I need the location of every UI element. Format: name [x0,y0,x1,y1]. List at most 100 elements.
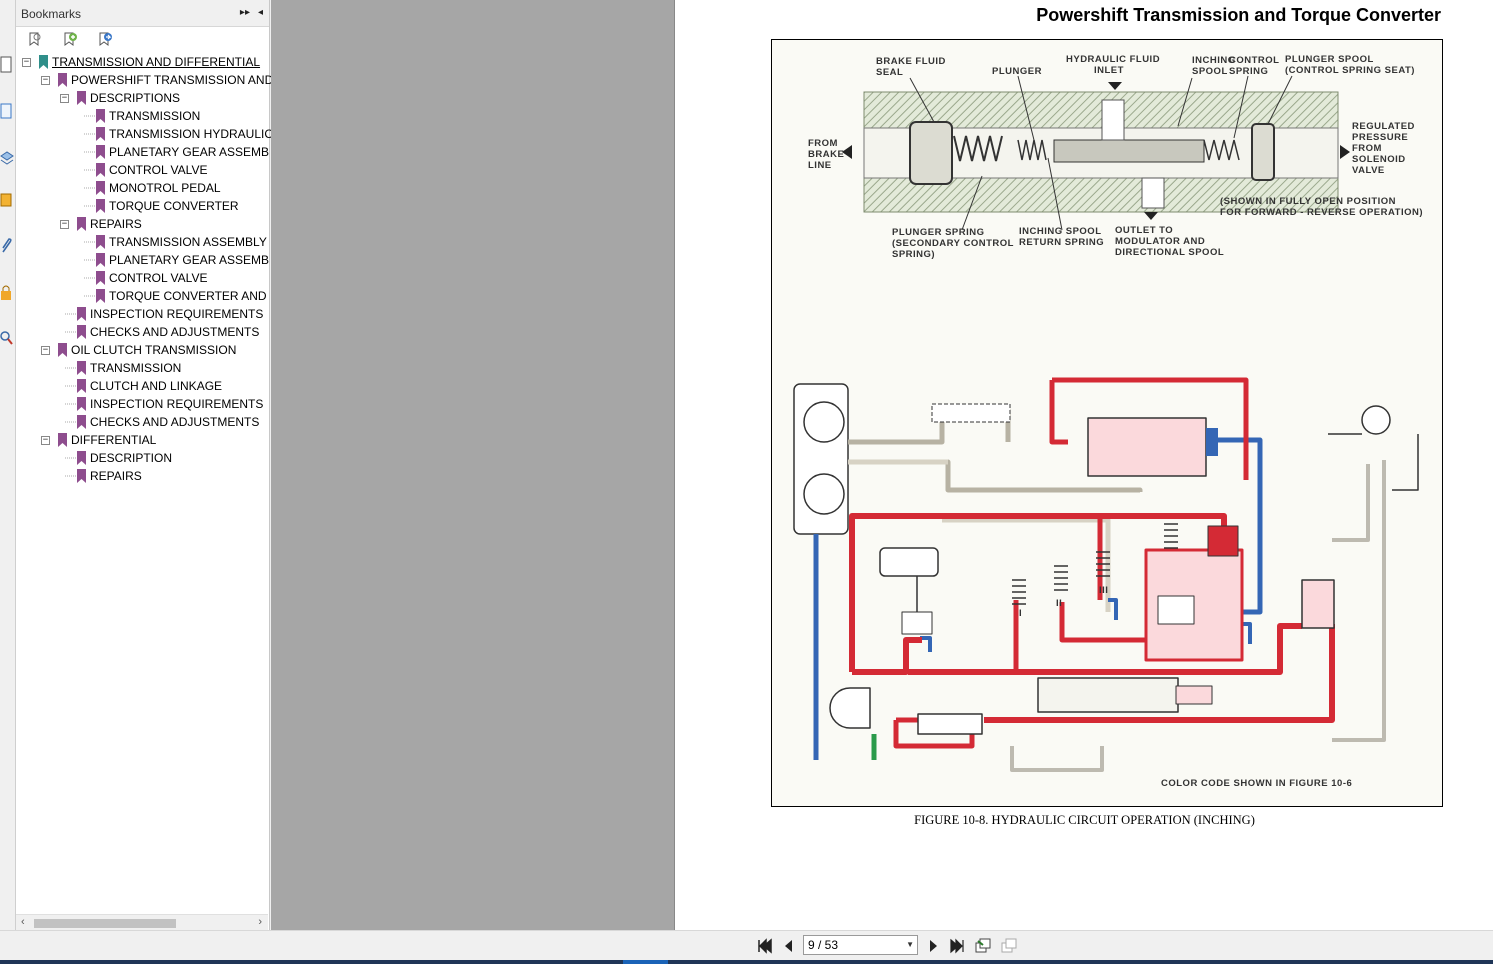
label-from-brake-3: LINE [808,160,832,171]
label-control-spring-2: SPRING [1229,66,1268,77]
bookmark-item[interactable]: TORQUE CONVERTER AND [79,287,267,305]
bookmark-label: INSPECTION REQUIREMENTS [90,397,264,411]
page-navigation-bar: 9 / 53 ▼ [0,930,1493,960]
page-dropdown-chevron-icon[interactable]: ▼ [906,936,914,954]
goto-bookmark-icon[interactable] [96,31,114,47]
label-regulated-pressure-3: FROM [1352,143,1382,154]
bookmark-icon [96,271,105,285]
tree-collapse-toggle[interactable]: − [60,93,69,103]
search-tools-icon[interactable] [0,326,14,348]
label-roman-2: II [1056,598,1062,609]
bookmark-icon [96,163,105,177]
bookmark-icon [96,127,105,141]
pages-icon[interactable] [0,100,14,122]
bookmark-item[interactable]: CONTROL VALVE [79,161,207,179]
bookmark-icon [96,145,105,159]
bookmark-label: TRANSMISSION [109,109,201,123]
scroll-left-icon[interactable]: ‹ [21,916,25,928]
label-plunger: PLUNGER [992,66,1042,77]
collapse-panel-icon[interactable]: ◂ [258,7,263,18]
bookmark-icon [77,397,86,411]
scrollbar-thumb[interactable] [34,919,176,928]
taskbar-accent [623,960,668,964]
label-plunger-spool: PLUNGER SPOOL [1285,54,1374,65]
bookmarks-horizontal-scrollbar[interactable]: ‹ › [16,914,268,930]
attachments-icon[interactable] [0,236,14,258]
bookmark-item[interactable]: CHECKS AND ADJUSTMENTS [60,413,259,431]
bookmark-icon [77,217,86,231]
bookmark-item[interactable]: TRANSMISSION HYDRAULIC [79,125,273,143]
label-plunger-spring-2: (SECONDARY CONTROL [892,238,1014,249]
bookmark-icon [96,199,105,213]
bookmark-label: CONTROL VALVE [109,271,208,285]
bookmark-item[interactable]: PLANETARY GEAR ASSEMB [79,251,269,269]
label-inching-return-2: RETURN SPRING [1019,237,1104,248]
tree-collapse-toggle[interactable]: − [41,75,50,85]
last-page-icon[interactable] [948,937,966,955]
tree-collapse-toggle[interactable]: − [41,435,50,445]
bookmark-item[interactable]: PLANETARY GEAR ASSEMB [79,143,269,161]
bookmark-label: MONOTROL PEDAL [109,181,221,195]
page-indicator: 9 / 53 [808,938,839,952]
tree-collapse-toggle[interactable]: − [22,57,31,67]
scroll-right-icon[interactable]: › [258,916,262,928]
bookmark-item[interactable]: TRANSMISSION [79,107,200,125]
label-hydraulic-inlet: HYDRAULIC FLUID [1066,54,1160,65]
bookmark-item[interactable]: CONTROL VALVE [79,269,207,287]
label-from-brake-2: BRAKE [808,149,844,160]
label-from-brake: FROM [808,138,838,149]
label-roman-1: I [1019,608,1022,619]
bookmark-item[interactable]: TRANSMISSION ASSEMBLY [79,233,267,251]
bookmark-item[interactable]: CLUTCH AND LINKAGE [60,377,222,395]
previous-view-icon[interactable] [974,937,992,955]
bookmark-item[interactable]: TRANSMISSION [60,359,181,377]
page-number-field[interactable]: 9 / 53 ▼ [803,935,918,955]
label-plunger-spring-3: SPRING) [892,249,935,260]
bookmark-item[interactable]: REPAIRS [60,467,142,485]
security-lock-icon[interactable] [0,282,14,304]
bookmark-label: TORQUE CONVERTER [109,199,239,213]
first-page-icon[interactable] [756,937,774,955]
bookmark-item[interactable]: − OIL CLUTCH TRANSMISSION [41,341,236,359]
bookmark-item[interactable]: DESCRIPTION [60,449,172,467]
bookmark-item[interactable]: − POWERSHIFT TRANSMISSION AND [41,71,273,89]
bookmark-icon [96,235,105,249]
bookmark-item[interactable]: CHECKS AND ADJUSTMENTS [60,323,259,341]
expand-panel-icon[interactable]: ▸▸ [240,7,250,18]
bookmark-item[interactable]: INSPECTION REQUIREMENTS [60,305,263,323]
label-shown-open-2: FOR FORWARD - REVERSE OPERATION) [1220,207,1423,218]
page-thumbnail-icon[interactable] [0,54,14,76]
bookmark-label: REPAIRS [90,469,142,483]
bookmark-icon [77,325,86,339]
label-outlet-3: DIRECTIONAL SPOOL [1115,247,1224,258]
tree-collapse-toggle[interactable]: − [60,219,69,229]
tree-collapse-toggle[interactable]: − [41,345,50,355]
comments-icon[interactable] [0,190,14,212]
bookmark-item[interactable]: INSPECTION REQUIREMENTS [60,395,263,413]
bookmark-item[interactable]: − DIFFERENTIAL [41,431,156,449]
label-roman-3: III [1099,585,1108,596]
bookmark-label: PLANETARY GEAR ASSEMB [109,145,270,159]
bookmark-item[interactable]: TORQUE CONVERTER [79,197,239,215]
add-bookmark-icon[interactable] [61,31,79,47]
bookmark-item[interactable]: MONOTROL PEDAL [79,179,221,197]
figure-caption: FIGURE 10-8. HYDRAULIC CIRCUIT OPERATION… [914,813,1255,827]
bookmark-icon [96,253,105,267]
layers-icon[interactable] [0,146,14,168]
bookmarks-header: Bookmarks ▸▸ ◂ [16,0,269,27]
bookmark-item[interactable]: − TRANSMISSION AND DIFFERENTIAL [22,53,260,71]
label-color-code: COLOR CODE SHOWN IN FIGURE 10-6 [1161,778,1352,789]
label-plunger-spool-2: (CONTROL SPRING SEAT) [1285,65,1415,76]
bookmark-icon [77,451,86,465]
side-tool-strip [0,0,16,930]
previous-page-icon[interactable] [780,937,798,955]
label-hydraulic-inlet-2: INLET [1094,65,1124,76]
bookmark-icon [58,433,67,447]
bookmark-item[interactable]: − DESCRIPTIONS [60,89,180,107]
bookmark-options-icon[interactable] [26,31,44,47]
bookmark-label: TRANSMISSION AND DIFFERENTIAL [52,55,261,69]
next-page-icon[interactable] [924,937,942,955]
next-view-icon[interactable] [1000,937,1018,955]
bookmark-item[interactable]: − REPAIRS [60,215,142,233]
bookmarks-tree: − TRANSMISSION AND DIFFERENTIAL − POWERSHIF… [16,52,273,483]
